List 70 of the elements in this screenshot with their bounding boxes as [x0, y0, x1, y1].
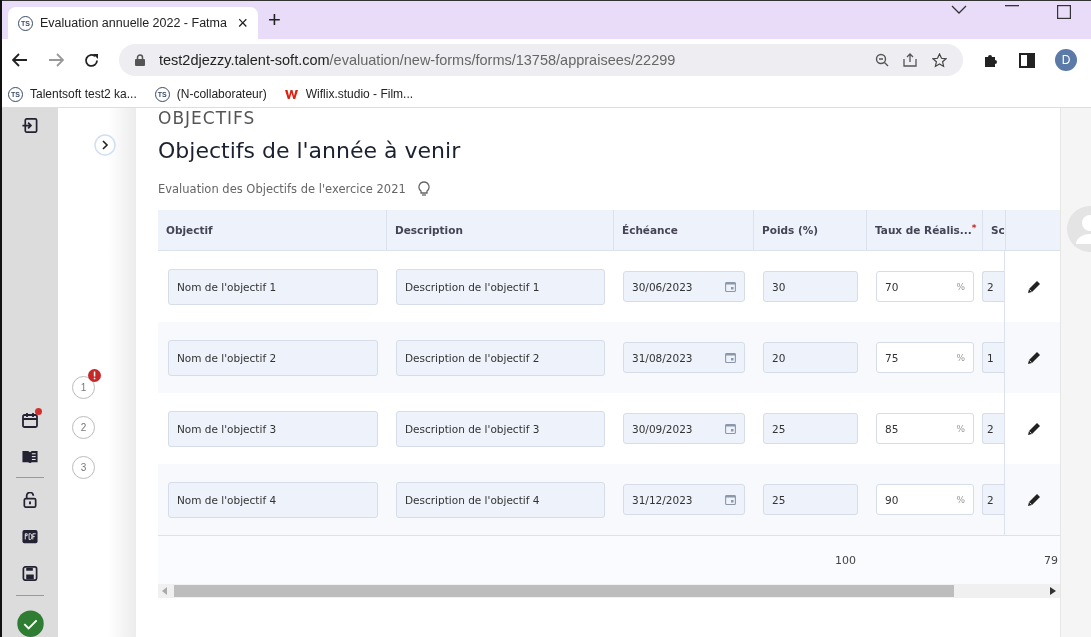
section-title: OBJECTIFS	[158, 108, 257, 128]
rate-field[interactable]: 75 %	[876, 342, 974, 373]
save-icon[interactable]	[22, 565, 38, 581]
lock-icon	[135, 54, 145, 66]
bookmark-favicon-icon	[284, 88, 299, 100]
new-tab-button[interactable]: +	[268, 7, 281, 33]
star-icon[interactable]	[932, 52, 947, 68]
rate-field[interactable]: 70 %	[876, 271, 974, 302]
edit-icon[interactable]	[1025, 491, 1042, 508]
pdf-icon[interactable]	[22, 530, 38, 544]
rate-field[interactable]: 90 %	[876, 484, 974, 515]
column-header[interactable]: Description	[386, 210, 613, 250]
date-field[interactable]: 30/06/2023	[623, 271, 745, 302]
edit-icon[interactable]	[1025, 420, 1042, 437]
horizontal-scrollbar[interactable]	[158, 584, 1060, 598]
sign-in-icon[interactable]	[22, 118, 38, 134]
check-button-icon[interactable]	[15, 609, 45, 637]
maximize-icon[interactable]	[1057, 5, 1071, 19]
weight-field[interactable]: 30	[763, 271, 858, 302]
score-field[interactable]: 2	[982, 413, 1004, 444]
date-field[interactable]: 31/12/2023	[623, 484, 745, 515]
weight-field[interactable]: 20	[763, 342, 858, 373]
weight-field[interactable]: 25	[763, 413, 858, 444]
close-tab-button[interactable]: ×	[237, 12, 248, 34]
column-header[interactable]: Poids (%)	[753, 210, 866, 250]
scroll-right-icon[interactable]	[1050, 587, 1056, 595]
objective-field[interactable]: Nom de l'objectif 3	[168, 410, 378, 447]
score-total: 79	[1044, 554, 1058, 567]
date-field[interactable]: 30/09/2023	[623, 413, 745, 444]
score-field[interactable]: 2	[982, 484, 1004, 515]
description-field[interactable]: Description de l'objectif 2	[396, 339, 605, 376]
score-field[interactable]: 1	[982, 342, 1004, 373]
tab-title: Evaluation annuelle 2022 - Fatma	[40, 16, 228, 30]
expand-button-icon[interactable]	[94, 134, 116, 156]
weight-field[interactable]: 25	[763, 484, 858, 515]
puzzle-icon[interactable]	[983, 52, 999, 68]
date-field[interactable]: 31/08/2023	[623, 342, 745, 373]
minimize-icon[interactable]	[1005, 5, 1019, 7]
description-field[interactable]: Description de l'objectif 3	[396, 410, 605, 447]
lightbulb-icon[interactable]	[417, 181, 430, 196]
description-field[interactable]: Description de l'objectif 1	[396, 268, 605, 305]
subheading: Evaluation des Objectifs de l'exercice 2021	[158, 181, 406, 196]
edit-icon[interactable]	[1025, 278, 1042, 295]
objective-field[interactable]: Nom de l'objectif 1	[168, 268, 378, 305]
unlock-icon[interactable]	[23, 492, 37, 509]
weight-total: 100	[835, 554, 856, 567]
back-icon[interactable]	[12, 53, 28, 67]
reload-icon[interactable]	[84, 52, 99, 68]
column-header[interactable]: Objectif	[158, 210, 386, 250]
column-header[interactable]: Sc	[982, 210, 1005, 250]
column-header[interactable]: Échéance	[613, 210, 753, 250]
bookmark-item[interactable]: Wiflix.studio - Film...	[284, 87, 414, 101]
calendar-icon[interactable]	[22, 412, 38, 428]
objective-field[interactable]: Nom de l'objectif 2	[168, 339, 378, 376]
url-text: test2djezzy.talent-soft.com/evaluation/new-forms/forms/13758/appraisees/22299	[159, 52, 676, 68]
address-field[interactable]: test2djezzy.talent-soft.com/evaluation/new-forms/forms/13758/appraisees/22299	[119, 44, 963, 76]
description-field[interactable]: Description de l'objectif 4	[396, 481, 605, 518]
share-icon[interactable]	[903, 53, 918, 67]
score-field[interactable]: 2	[982, 271, 1004, 302]
zoom-icon[interactable]	[875, 53, 889, 67]
page-heading: Objectifs de l'année à venir	[158, 138, 462, 163]
side-panel-icon[interactable]	[1019, 52, 1035, 68]
profile-avatar[interactable]: D	[1055, 49, 1077, 71]
chevron-down-icon[interactable]	[951, 5, 967, 15]
forward-icon[interactable]	[48, 53, 64, 67]
book-icon[interactable]	[21, 450, 39, 464]
edit-icon[interactable]	[1025, 349, 1042, 366]
objective-field[interactable]: Nom de l'objectif 4	[168, 481, 378, 518]
rate-field[interactable]: 85 %	[876, 413, 974, 444]
column-header[interactable]: Taux de Réalis...*	[866, 210, 982, 250]
